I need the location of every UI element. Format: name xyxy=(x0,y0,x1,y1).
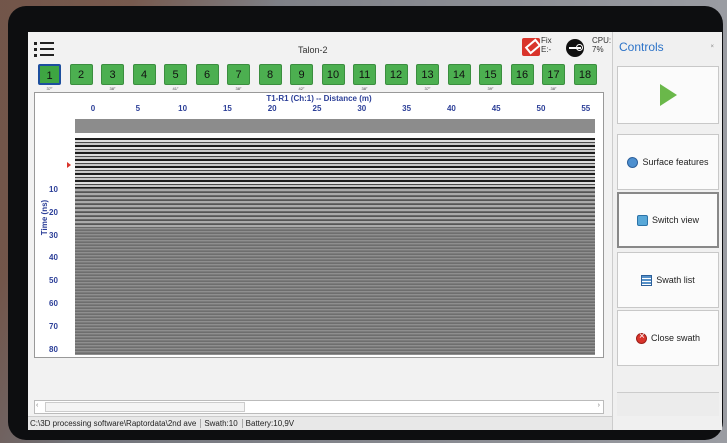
swath-list-icon xyxy=(641,274,653,286)
channel-angle-1: 37° xyxy=(46,86,53,91)
channel-angle-11: 38° xyxy=(361,86,368,91)
swath-list-button[interactable]: Swath list xyxy=(617,252,719,308)
channel-angle-7: 38° xyxy=(235,86,242,91)
y-tick-label: 30 xyxy=(49,230,58,240)
close-swath-label: Close swath xyxy=(650,333,701,343)
scroll-thumb[interactable] xyxy=(45,402,245,412)
channel-button-13[interactable]: 13 xyxy=(416,64,439,85)
x-tick-label: 30 xyxy=(357,104,367,113)
channel-angle-3: 38° xyxy=(109,86,116,91)
channel-angle-13: 37° xyxy=(424,86,431,91)
channel-angle-15: 39° xyxy=(487,86,494,91)
swath-list-label: Swath list xyxy=(656,275,695,285)
y-tick-label: 60 xyxy=(49,299,58,308)
x-tick-label: 35 xyxy=(402,104,412,113)
status-battery: Battery:10,9V xyxy=(245,419,295,428)
channel-button-11[interactable]: 11 xyxy=(353,64,376,85)
channel-angle-9: 42° xyxy=(298,86,305,91)
channel-bar: 1 37° 2 3 38° 4 5 41° 6 7 38° 8 9 42° 10 11 38° 12 13 37° 14… xyxy=(38,64,606,92)
channel-button-9[interactable]: 9 xyxy=(290,64,313,85)
cpu-label: CPU: xyxy=(592,36,612,45)
y-tick-label: 20 xyxy=(49,207,58,217)
cpu-value: 7% xyxy=(592,45,604,54)
channel-angle-17: 38° xyxy=(550,86,557,91)
x-tick-label: 5 xyxy=(135,104,141,113)
channel-button-3[interactable]: 3 xyxy=(101,64,124,85)
radargram-plot[interactable]: T1-R1 (Ch:1) -- Distance (m) 0 5 10 15 20 25 3… xyxy=(34,92,604,358)
surface-features-icon xyxy=(627,156,639,168)
scroll-left-icon[interactable]: ‹ xyxy=(36,402,38,409)
x-tick-label: 15 xyxy=(222,104,232,113)
channel-button-5[interactable]: 5 xyxy=(164,64,187,85)
menu-icon[interactable] xyxy=(34,42,54,58)
controls-scrollbar[interactable] xyxy=(617,392,719,416)
gps-fix-label: Fix xyxy=(541,36,552,45)
channel-button-8[interactable]: 8 xyxy=(258,64,282,85)
switch-view-button[interactable]: Switch view xyxy=(617,192,719,248)
gps-e-label: E:- xyxy=(541,45,552,54)
switch-view-label: Switch view xyxy=(651,215,699,225)
y-tick-label: 80 xyxy=(49,344,58,354)
close-swath-icon xyxy=(635,331,647,344)
x-tick-label: 25 xyxy=(312,104,322,113)
channel-button-17[interactable]: 17 xyxy=(542,64,565,85)
channel-button-12[interactable]: 12 xyxy=(384,64,408,85)
horizontal-scrollbar[interactable]: ‹ › xyxy=(34,400,604,414)
channel-button-2[interactable]: 2 xyxy=(69,64,93,85)
switch-view-icon xyxy=(636,214,648,226)
plot-title: T1-R1 (Ch:1) -- Distance (m) xyxy=(266,94,372,103)
surface-marker xyxy=(67,162,71,168)
controls-panel: Controls × Surface features Switch view … xyxy=(612,32,722,430)
channel-button-1[interactable]: 1 xyxy=(38,64,61,85)
controls-title: Controls xyxy=(619,40,664,54)
x-tick-label: 45 xyxy=(491,104,501,113)
channel-button-4[interactable]: 4 xyxy=(132,64,156,85)
channel-button-10[interactable]: 10 xyxy=(321,64,345,85)
x-tick-label: 20 xyxy=(267,104,277,113)
scroll-right-icon[interactable]: › xyxy=(598,402,600,409)
status-path: C:\3D processing software\Raptordata\2nd… xyxy=(30,419,202,428)
radargram-header-band xyxy=(75,119,595,133)
channel-button-14[interactable]: 14 xyxy=(447,64,471,85)
x-tick-label: 0 xyxy=(90,104,96,113)
surface-features-button[interactable]: Surface features xyxy=(617,134,719,190)
y-axis-label: Time (ns) xyxy=(40,199,50,236)
app-title: Talon-2 xyxy=(298,45,328,55)
cpu-status: CPU: 7% xyxy=(592,36,611,54)
channel-angle-5: 41° xyxy=(172,86,179,91)
channel-button-7[interactable]: 7 xyxy=(227,64,250,85)
channel-button-15[interactable]: 15 xyxy=(479,64,502,85)
channel-button-18[interactable]: 18 xyxy=(573,64,597,85)
y-tick-label: 50 xyxy=(49,276,58,286)
play-icon xyxy=(659,84,677,106)
radargram-midband xyxy=(75,188,595,228)
x-tick-label: 55 xyxy=(581,104,591,113)
main-pane: Talon-2 Fix E:- CPU: 7% 1 37° 2 3 38° 4 5 41° 6 7… xyxy=(28,32,612,430)
channel-button-16[interactable]: 16 xyxy=(510,64,534,85)
x-tick-label: 10 xyxy=(178,104,188,113)
y-tick-label: 40 xyxy=(49,253,58,263)
x-tick-label: 50 xyxy=(536,104,546,113)
radargram-image[interactable] xyxy=(75,119,595,355)
screen: Talon-2 Fix E:- CPU: 7% 1 37° 2 3 38° 4 5 41° 6 7… xyxy=(28,32,722,430)
status-swath: Swath:10 xyxy=(204,419,243,428)
surface-features-label: Surface features xyxy=(642,157,709,167)
play-button[interactable] xyxy=(617,66,719,124)
close-swath-button[interactable]: Close swath xyxy=(617,310,719,366)
y-tick-label: 70 xyxy=(49,321,58,331)
gps-status: Fix E:- xyxy=(541,36,552,54)
close-icon[interactable]: × xyxy=(710,44,714,50)
y-tick-label: 10 xyxy=(49,185,58,194)
tablet-frame: Talon-2 Fix E:- CPU: 7% 1 37° 2 3 38° 4 5 41° 6 7… xyxy=(8,6,723,440)
channel-button-6[interactable]: 6 xyxy=(195,64,219,85)
network-icon[interactable] xyxy=(566,39,584,57)
x-tick-label: 40 xyxy=(446,104,456,113)
status-bar: C:\3D processing software\Raptordata\2nd… xyxy=(28,416,612,430)
radargram-reflections xyxy=(75,138,595,188)
gps-icon[interactable] xyxy=(522,38,540,56)
